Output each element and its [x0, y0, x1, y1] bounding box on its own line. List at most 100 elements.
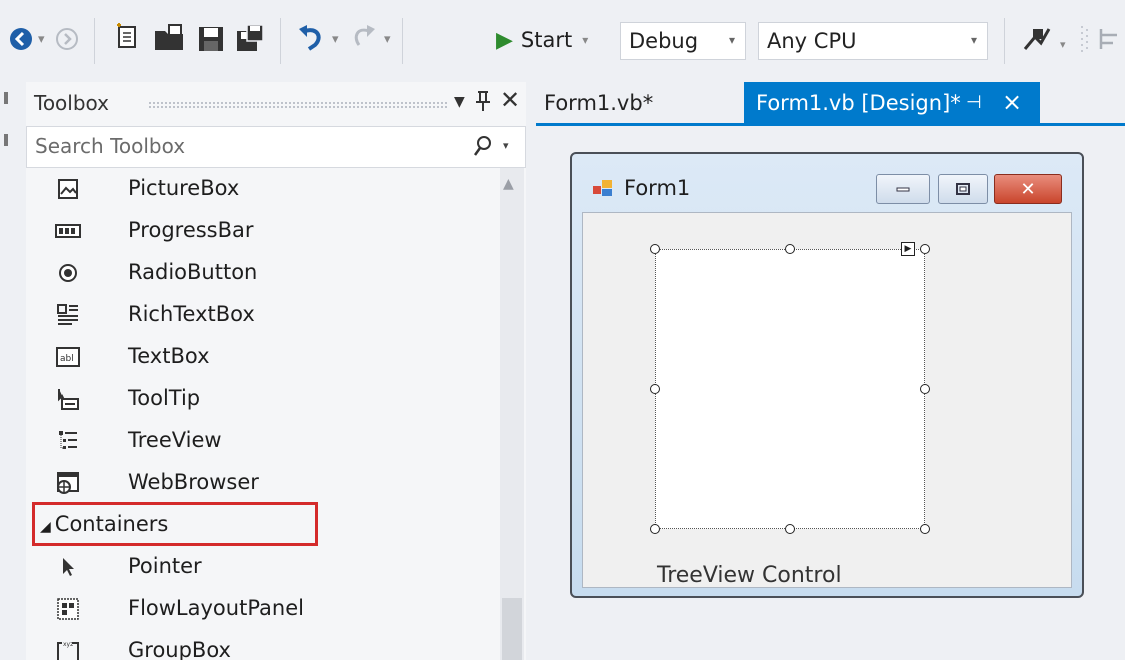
toolbox-item-pointer[interactable]: Pointer — [26, 546, 496, 588]
toolbox-search: ▾ — [26, 126, 526, 168]
scroll-up-arrow-icon[interactable]: ▲ — [503, 176, 514, 192]
toolbox-item-label: RadioButton — [128, 260, 258, 284]
chevron-down-icon: ▾ — [728, 33, 735, 47]
close-icon[interactable]: ✕ — [500, 86, 520, 114]
svg-text:xyz: xyz — [63, 641, 73, 648]
toolbox-header: Toolbox ▼ ✕ — [26, 82, 526, 126]
solution-platform-value: Any CPU — [767, 29, 857, 53]
editor-area: Form1.vb* Form1.vb [Design]* ⊣ × Form1 ✕ — [526, 82, 1125, 660]
redo-dropdown-icon[interactable]: ▾ — [384, 32, 391, 47]
save-icon[interactable] — [196, 24, 226, 54]
treeview-control[interactable] — [655, 249, 925, 529]
form-icon — [592, 178, 614, 198]
pin-tab-icon[interactable]: ⊣ — [966, 92, 982, 113]
edge-marker — [4, 92, 8, 104]
toolbar-separator — [1004, 18, 1005, 64]
toolbox-item-label: GroupBox — [128, 638, 231, 660]
toolbox-item-label: PictureBox — [128, 176, 240, 200]
richtextbox-icon — [54, 301, 82, 329]
toolbox-item-richtextbox[interactable]: RichTextBox — [26, 294, 496, 336]
toolbox-item-tooltip[interactable]: ToolTip — [26, 378, 496, 420]
toolbox-item-label: TextBox — [128, 344, 210, 368]
toolbox-item-progressbar[interactable]: ProgressBar — [26, 210, 496, 252]
close-icon: ✕ — [1020, 178, 1036, 200]
align-icon[interactable] — [1096, 22, 1124, 56]
radiobutton-icon — [54, 259, 82, 287]
toolbar-grip-icon — [1078, 22, 1092, 56]
resize-handle[interactable] — [920, 244, 930, 254]
navigate-back-icon[interactable] — [8, 26, 34, 52]
toolbox-item-label: TreeView — [128, 428, 222, 452]
toolbox-item-label: RichTextBox — [128, 302, 255, 326]
treeview-icon — [54, 427, 82, 455]
toolbox-item-label: FlowLayoutPanel — [128, 596, 304, 620]
edge-marker — [4, 134, 8, 146]
search-input[interactable] — [27, 127, 427, 165]
attach-process-icon[interactable] — [1020, 22, 1054, 56]
toolbox-panel: Toolbox ▼ ✕ ▾ PictureBox ProgressBar — [26, 82, 526, 660]
pin-icon[interactable] — [474, 90, 492, 117]
groupbox-icon: xyz — [54, 637, 82, 660]
new-project-icon[interactable] — [112, 22, 144, 54]
save-all-icon[interactable] — [234, 22, 266, 54]
minimize-button[interactable] — [876, 174, 930, 204]
webbrowser-icon — [54, 469, 82, 497]
toolbar-separator — [280, 18, 281, 64]
toolbox-scrollbar[interactable]: ▲ — [500, 168, 524, 660]
toolbox-item-picturebox[interactable]: PictureBox — [26, 168, 496, 210]
resize-handle[interactable] — [920, 384, 930, 394]
toolbox-item-groupbox[interactable]: xyz GroupBox — [26, 630, 496, 660]
resize-handle[interactable] — [650, 524, 660, 534]
window-position-dropdown-icon[interactable]: ▼ — [454, 94, 465, 110]
form-client-area[interactable]: ▶ TreeView Control — [582, 212, 1072, 588]
toolbox-item-flowlayoutpanel[interactable]: FlowLayoutPanel — [26, 588, 496, 630]
tab-active-underline — [536, 123, 1125, 126]
undo-dropdown-icon[interactable]: ▾ — [332, 32, 339, 47]
close-tab-icon[interactable]: × — [1002, 88, 1022, 116]
search-options-dropdown-icon[interactable]: ▾ — [503, 139, 509, 152]
smart-tag-arrow-icon[interactable]: ▶ — [901, 242, 915, 256]
toolbar-separator — [402, 18, 403, 64]
toolbar-separator — [94, 18, 95, 64]
solution-platform-select[interactable]: Any CPU ▾ — [758, 22, 988, 60]
toolbar-overflow-icon[interactable]: ▾ — [1060, 38, 1066, 51]
toolbox-title: Toolbox — [34, 91, 109, 115]
tab-form1-code[interactable]: Form1.vb* — [544, 91, 653, 115]
picturebox-icon — [54, 175, 82, 203]
start-dropdown-icon[interactable]: ▾ — [582, 33, 588, 47]
toolbox-item-radiobutton[interactable]: RadioButton — [26, 252, 496, 294]
toolbox-list: PictureBox ProgressBar RadioButton RichT… — [26, 168, 496, 660]
toolbox-drag-grip[interactable] — [148, 101, 448, 109]
toolbox-item-label: Pointer — [128, 554, 202, 578]
document-tab-bar: Form1.vb* Form1.vb [Design]* ⊣ × — [526, 82, 1125, 126]
treeview-highlight-box — [32, 502, 318, 546]
resize-handle[interactable] — [785, 244, 795, 254]
tooltip-icon — [54, 385, 82, 413]
designer-form-window[interactable]: Form1 ✕ ▶ TreeView Control — [570, 152, 1084, 598]
navigate-forward-icon[interactable] — [54, 26, 80, 52]
svg-text:abl: abl — [60, 354, 74, 364]
toolbox-item-label: WebBrowser — [128, 470, 259, 494]
resize-handle[interactable] — [650, 384, 660, 394]
search-icon[interactable] — [473, 135, 493, 162]
toolbox-item-treeview[interactable]: TreeView — [26, 420, 496, 462]
play-icon: ▶ — [496, 27, 513, 53]
back-dropdown-icon[interactable]: ▾ — [38, 32, 45, 47]
progressbar-icon — [54, 217, 82, 245]
maximize-button[interactable] — [938, 174, 988, 204]
redo-icon[interactable] — [350, 22, 380, 56]
resize-handle[interactable] — [920, 524, 930, 534]
scrollbar-thumb[interactable] — [502, 598, 522, 660]
undo-icon[interactable] — [294, 22, 328, 56]
toolbox-item-textbox[interactable]: abl TextBox — [26, 336, 496, 378]
pointer-icon — [54, 553, 82, 581]
resize-handle[interactable] — [785, 524, 795, 534]
solution-config-select[interactable]: Debug ▾ — [620, 22, 746, 60]
close-button[interactable]: ✕ — [994, 174, 1062, 204]
open-file-icon[interactable] — [152, 22, 186, 54]
form-titlebar: Form1 ✕ — [572, 154, 1082, 212]
resize-handle[interactable] — [650, 244, 660, 254]
start-debug-button[interactable]: ▶ Start ▾ — [496, 20, 588, 60]
toolbox-item-webbrowser[interactable]: WebBrowser — [26, 462, 496, 504]
tab-form1-design[interactable]: Form1.vb [Design]* ⊣ × — [744, 82, 1040, 124]
